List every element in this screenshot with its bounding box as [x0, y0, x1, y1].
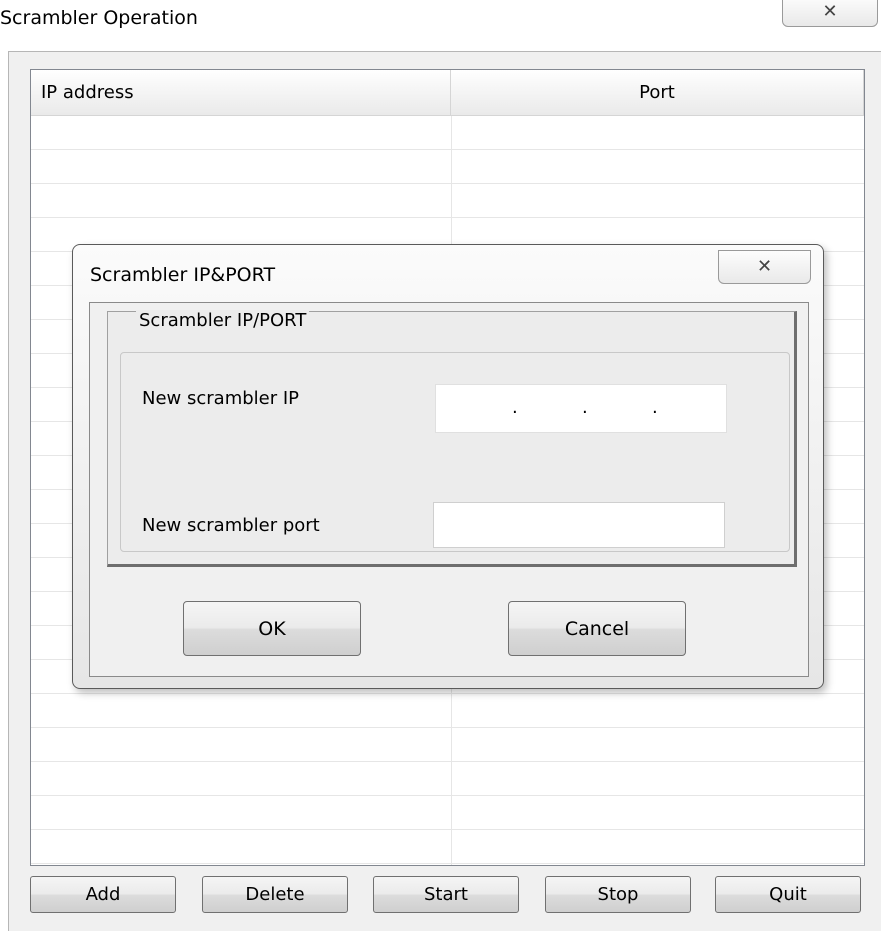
ok-button[interactable]: OK	[183, 601, 361, 656]
port-label: New scrambler port	[142, 515, 320, 536]
stop-button[interactable]: Stop	[545, 876, 691, 913]
dialog-inner-frame: Scrambler IP/PORT New scrambler IP . . .…	[107, 310, 797, 567]
window-title: Scrambler Operation	[0, 7, 198, 29]
dialog-title: Scrambler IP&PORT	[90, 264, 276, 286]
quit-button[interactable]: Quit	[715, 876, 861, 913]
add-button[interactable]: Add	[30, 876, 176, 913]
ip-label: New scrambler IP	[142, 388, 300, 409]
cancel-button[interactable]: Cancel	[508, 601, 686, 656]
window-close-button[interactable]: ✕	[782, 0, 878, 27]
ip-address-input[interactable]: . . .	[435, 384, 727, 433]
dialog-close-button[interactable]: ✕	[718, 250, 811, 284]
column-header-port[interactable]: Port	[451, 70, 864, 116]
close-icon: ✕	[822, 0, 838, 22]
ip-octet-separator: .	[582, 397, 588, 418]
ip-octet-separator: .	[512, 397, 518, 418]
column-header-ip-address[interactable]: IP address	[31, 70, 451, 116]
port-input[interactable]	[433, 502, 725, 548]
start-button[interactable]: Start	[373, 876, 519, 913]
scrambler-ip-port-dialog: Scrambler IP&PORT ✕ Scrambler IP/PORT Ne…	[72, 244, 824, 689]
ip-octet-separator: .	[652, 397, 658, 418]
group-label: Scrambler IP/PORT	[136, 310, 310, 331]
dialog-body: Scrambler IP/PORT New scrambler IP . . .…	[89, 302, 809, 677]
close-icon: ✕	[756, 256, 773, 277]
delete-button[interactable]: Delete	[202, 876, 348, 913]
